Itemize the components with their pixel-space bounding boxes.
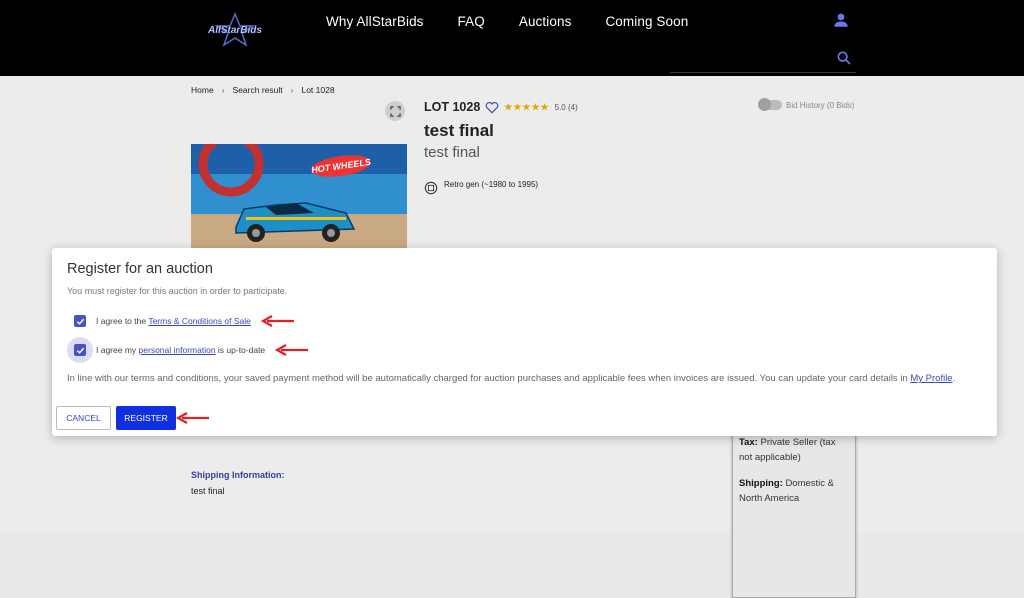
my-profile-link[interactable]: My Profile (910, 373, 952, 384)
allstarbids-logo[interactable]: AllStarBids (195, 12, 275, 48)
register-modal: Register for an auction You must registe… (52, 248, 997, 436)
shipping-info: Shipping Information: test final (191, 470, 285, 496)
annotation-arrow-icon (176, 412, 209, 424)
seller-info-box: Tax: Private Seller (tax not applicable)… (732, 428, 856, 598)
notice-end: . (952, 373, 956, 384)
notice-text: In line with our terms and conditions, y… (67, 373, 911, 384)
annotation-arrow-icon (260, 315, 294, 327)
search-input[interactable] (670, 44, 856, 73)
annotation-arrow-icon (275, 344, 309, 356)
tax-line: Tax: Private Seller (tax not applicable) (739, 435, 849, 465)
register-button[interactable]: REGISTER (116, 406, 176, 430)
tax-label: Tax: (739, 437, 758, 448)
terms-label: I agree to the Terms & Conditions of Sal… (96, 316, 251, 326)
shipping-info-heading: Shipping Information: (191, 470, 285, 480)
checkbox-focus-ring (67, 337, 93, 363)
lot-number: LOT 1028 (424, 100, 481, 114)
personal-info-label: I agree my personal information is up-to… (96, 345, 265, 355)
nav-coming-soon[interactable]: Coming Soon (605, 14, 688, 29)
terms-link[interactable]: Terms & Conditions of Sale (148, 316, 251, 326)
personal-info-link[interactable]: personal information (139, 345, 216, 355)
check-icon (76, 347, 84, 354)
lot-header: LOT 1028 ★★★★★ 5.0 (4) (424, 100, 578, 114)
breadcrumb: Home › Search result › Lot 1028 (191, 85, 335, 95)
heart-icon[interactable] (485, 101, 499, 114)
shipping-line: Shipping: Domestic & North America (739, 476, 849, 506)
main-nav: Why AllStarBids FAQ Auctions Coming Soon (326, 14, 688, 29)
bid-history-label: Bid History (0 Bids) (786, 100, 855, 110)
terms-row: I agree to the Terms & Conditions of Sal… (74, 315, 295, 327)
breadcrumb-search-result[interactable]: Search result (233, 85, 283, 95)
breadcrumb-separator: › (290, 85, 294, 95)
cancel-button[interactable]: CANCEL (56, 406, 111, 430)
lot-photo[interactable]: HOT WHEELS (191, 144, 407, 248)
bid-history-toggle[interactable]: Bid History (0 Bids) (758, 98, 855, 111)
era-label: Retro gen (~1980 to 1995) (444, 180, 539, 189)
user-icon[interactable] (832, 11, 850, 29)
personal-info-checkbox[interactable] (74, 344, 86, 356)
shipping-info-value: test final (191, 486, 225, 496)
rating-stars: ★★★★★ (504, 101, 550, 112)
shipping-label: Shipping: (739, 478, 783, 489)
info-prefix: I agree my (96, 345, 139, 355)
terms-checkbox[interactable] (74, 315, 86, 327)
search-icon[interactable] (836, 50, 852, 66)
expand-icon (389, 105, 401, 117)
lot-subtitle: test final (424, 144, 480, 161)
breadcrumb-home[interactable]: Home (191, 85, 214, 95)
nav-faq[interactable]: FAQ (458, 14, 485, 29)
site-header: AllStarBids Why AllStarBids FAQ Auctions… (0, 0, 1024, 76)
nav-why-allstarbids[interactable]: Why AllStarBids (326, 14, 424, 29)
info-suffix: is up-to-date (215, 345, 266, 355)
modal-title: Register for an auction (67, 261, 213, 277)
breadcrumb-separator: › (221, 85, 225, 95)
lot-title: test final (424, 121, 494, 140)
payment-notice: In line with our terms and conditions, y… (67, 373, 955, 384)
personal-info-row: I agree my personal information is up-to… (67, 337, 309, 363)
nav-auctions[interactable]: Auctions (519, 14, 572, 29)
terms-prefix: I agree to the (96, 316, 149, 326)
era-tag: Retro gen (~1980 to 1995) (424, 179, 544, 195)
modal-subtitle: You must register for this auction in or… (67, 286, 288, 296)
rating-value: 5.0 (4) (554, 102, 578, 112)
era-icon (424, 181, 438, 195)
expand-image-button[interactable] (385, 101, 405, 121)
toggle-switch[interactable] (758, 98, 782, 111)
check-icon (76, 318, 84, 325)
svg-text:AllStarBids: AllStarBids (207, 25, 262, 36)
breadcrumb-lot: Lot 1028 (301, 85, 335, 95)
